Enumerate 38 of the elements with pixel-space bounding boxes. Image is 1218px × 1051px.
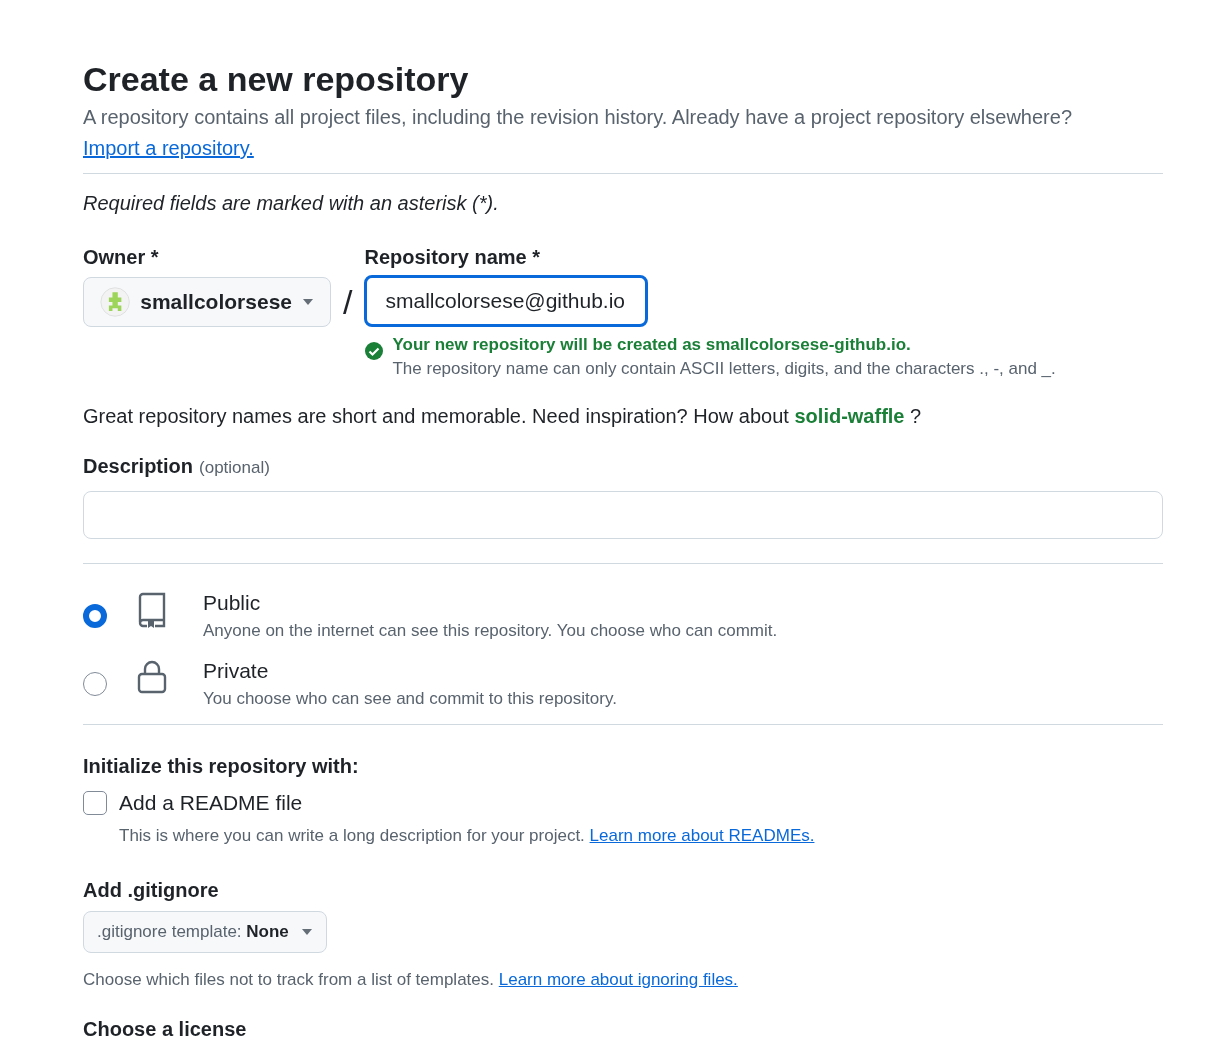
gitignore-template-dropdown[interactable]: .gitignore template: None [83, 910, 327, 953]
owner-label: Owner * [83, 245, 160, 270]
repository-name-field[interactable]: smallcolorsese@github.io [364, 275, 649, 327]
intro-text: A repository contains all project files, including the revision history. Already have a project repository elsewhere? [83, 105, 1074, 130]
readme-checkbox[interactable] [83, 790, 107, 815]
caret-icon [302, 298, 314, 306]
suggestion-link[interactable]: solid-waffle [794, 405, 905, 427]
optional-hint: (optional) [199, 457, 270, 479]
visibility-description: You choose who can see and commit to this repository. [203, 688, 617, 710]
page-title: Create a new repository [83, 59, 470, 100]
readmes-link[interactable]: Learn more about READMEs. [589, 825, 815, 845]
visibility-description: Anyone on the internet can see this repository. You choose who can commit. [203, 620, 778, 642]
readme-description: This is where you can write a long description for your project. Learn more about READMEs. [119, 824, 816, 847]
avatar-icon [100, 285, 131, 319]
radio-button[interactable] [83, 672, 107, 696]
visibility-title: Public [203, 590, 262, 616]
caret-icon [300, 927, 313, 936]
inspiration-text: Great repository names are short and memorable. Need inspiration? How about solid-waffle ? [83, 404, 923, 429]
name-hint: The repository name can only contain ASCII letters, digits, and the characters ., -, and _. [392, 358, 1056, 380]
description-field[interactable] [83, 491, 1163, 539]
gitignore-heading: Add .gitignore [83, 877, 220, 903]
import-link[interactable]: Import a repository. [83, 132, 254, 164]
ignoring-files-link[interactable]: Learn more about ignoring files. [498, 969, 738, 989]
required-note: Required fields are marked with an asterisk (*). [83, 191, 500, 216]
lock-icon [137, 660, 167, 694]
radio-button[interactable] [83, 604, 107, 628]
description-label: Description [83, 454, 194, 479]
initialize-heading: Initialize this repository with: [83, 754, 360, 779]
readme-label: Add a README file [119, 790, 303, 816]
path-separator: / [343, 282, 353, 323]
gitignore-description: Choose which files not to track from a list of templates. Learn more about ignoring files. [83, 968, 739, 991]
repository-name-label: Repository name * [364, 245, 542, 270]
check-circle-icon [364, 341, 385, 361]
license-heading: Choose a license [83, 1016, 248, 1042]
visibility-title: Private [203, 658, 270, 684]
owner-dropdown[interactable]: smallcolorsese [83, 277, 331, 327]
success-message: Your new repository will be created as smallcolorsese-github.io. [392, 334, 912, 356]
book-icon [137, 592, 167, 628]
